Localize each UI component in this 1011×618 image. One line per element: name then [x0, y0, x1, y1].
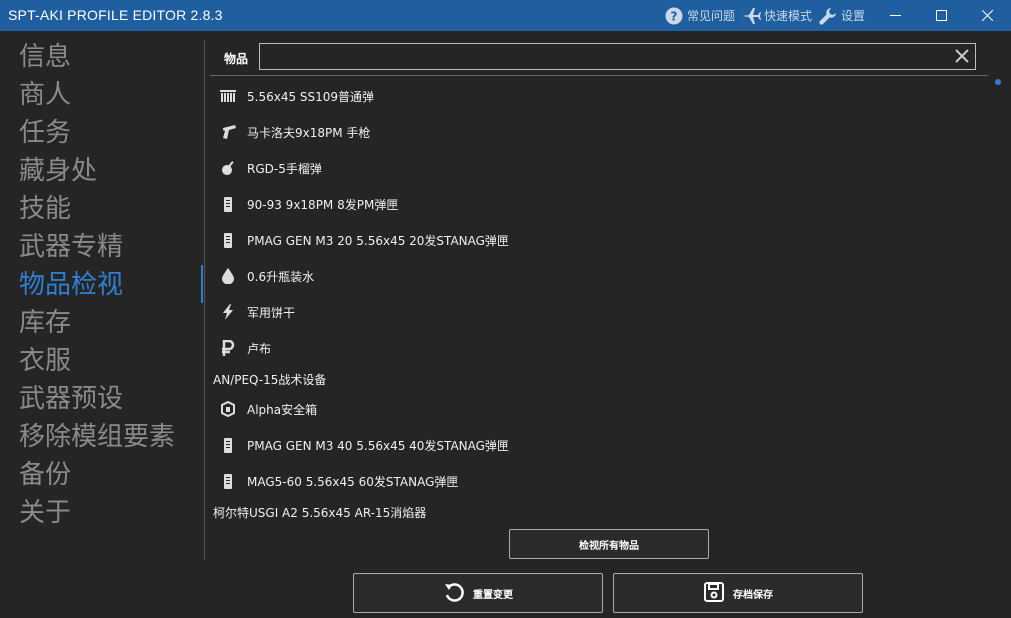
item-label: PMAG GEN M3 20 5.56x45 20发STANAG弹匣 — [247, 233, 509, 248]
item-label: 马卡洛夫9x18PM 手枪 — [247, 125, 371, 140]
sidebar-divider — [204, 40, 205, 560]
help-label: 常见问题 — [687, 9, 736, 23]
settings-label: 设置 — [841, 9, 866, 23]
item-label: 5.56x45 SS109普通弹 — [247, 89, 375, 104]
close-icon — [981, 6, 993, 25]
help-button[interactable]: ? 常见问题 — [664, 6, 735, 26]
list-item[interactable]: PMAG GEN M3 20 5.56x45 20发STANAG弹匣 — [210, 223, 990, 257]
item-label: 卢布 — [247, 341, 272, 356]
undo-icon — [443, 581, 465, 606]
airplane-icon — [741, 7, 762, 25]
view-all-label: 检视所有物品 — [579, 540, 639, 552]
list-item[interactable]: RGD-5手榴弹 — [210, 151, 990, 185]
scrollbar-thumb[interactable] — [995, 79, 1001, 85]
sidebar-item-examine-items[interactable]: 物品检视 — [19, 269, 123, 301]
category-header: 柯尔特USGI A2 5.56x45 AR-15消焰器 — [213, 506, 427, 520]
maximize-button[interactable] — [918, 0, 964, 31]
list-item[interactable]: 军用饼干 — [210, 295, 990, 329]
save-label: 存档保存 — [733, 589, 773, 601]
list-item[interactable]: 90-93 9x18PM 8发PM弹匣 — [210, 187, 990, 221]
item-label: MAG5-60 5.56x45 60发STANAG弹匣 — [247, 474, 459, 489]
pistol-icon — [219, 123, 237, 141]
sidebar-item-skills[interactable]: 技能 — [19, 193, 71, 225]
search-label: 物品 — [224, 52, 249, 66]
help-circle-icon: ? — [664, 6, 684, 26]
reset-label: 重置变更 — [473, 589, 513, 601]
sidebar-item-remove-mods[interactable]: 移除模组要素 — [19, 421, 175, 453]
svg-text:?: ? — [671, 9, 678, 23]
item-label: 90-93 9x18PM 8发PM弹匣 — [247, 197, 399, 212]
item-label: RGD-5手榴弹 — [247, 161, 322, 176]
magazine-icon — [219, 231, 237, 249]
item-label: PMAG GEN M3 40 5.56x45 40发STANAG弹匣 — [247, 438, 509, 453]
view-all-items-button[interactable]: 检视所有物品 — [509, 529, 709, 559]
list-item[interactable]: 5.56x45 SS109普通弹 — [210, 79, 990, 113]
list-item[interactable]: MAG5-60 5.56x45 60发STANAG弹匣 — [210, 464, 990, 498]
minimize-button[interactable] — [872, 0, 918, 31]
water-drop-icon — [219, 267, 237, 285]
magazine-icon — [219, 472, 237, 490]
list-item[interactable]: 0.6升瓶装水 — [210, 259, 990, 293]
sidebar-item-stash[interactable]: 库存 — [19, 307, 71, 339]
list-item[interactable]: 马卡洛夫9x18PM 手枪 — [210, 115, 990, 149]
settings-button[interactable]: 设置 — [818, 6, 865, 26]
magazine-icon — [219, 436, 237, 454]
item-label: Alpha安全箱 — [247, 402, 318, 417]
secure-container-icon — [219, 400, 237, 418]
sidebar-item-weapon-mastery[interactable]: 武器专精 — [19, 231, 123, 263]
sidebar-item-traders[interactable]: 商人 — [19, 79, 71, 111]
sidebar-item-info[interactable]: 信息 — [19, 41, 71, 73]
sidebar-item-clothing[interactable]: 衣服 — [19, 345, 71, 377]
sidebar-item-quests[interactable]: 任务 — [19, 117, 71, 149]
minimize-icon — [889, 6, 901, 25]
maximize-icon — [935, 6, 947, 25]
list-item[interactable]: Alpha安全箱 — [210, 392, 990, 426]
item-search-bar: 物品 — [210, 40, 988, 76]
clear-search-icon[interactable] — [954, 48, 970, 64]
sidebar-item-weapon-presets[interactable]: 武器预设 — [19, 383, 123, 415]
search-input[interactable] — [259, 43, 976, 70]
quick-mode-button[interactable]: 快速模式 — [741, 7, 812, 25]
list-item[interactable]: 卢布 — [210, 331, 990, 365]
app-title: SPT-AKI PROFILE EDITOR 2.8.3 — [8, 7, 223, 23]
active-indicator — [201, 265, 203, 303]
ammo-box-icon — [219, 87, 237, 105]
grenade-icon — [219, 159, 237, 177]
sidebar-nav: 信息 商人 任务 藏身处 技能 武器专精 物品检视 库存 衣服 武器预设 移除模… — [0, 31, 205, 618]
title-bar: SPT-AKI PROFILE EDITOR 2.8.3 ? 常见问题 快速模式… — [0, 0, 1011, 31]
magazine-icon — [219, 195, 237, 213]
lightning-icon — [219, 303, 237, 321]
item-label: 军用饼干 — [247, 305, 296, 320]
close-button[interactable] — [964, 0, 1010, 31]
item-label: 0.6升瓶装水 — [247, 269, 315, 284]
save-icon — [703, 581, 725, 606]
wrench-icon — [818, 6, 838, 26]
title-actions: ? 常见问题 快速模式 设置 — [664, 0, 865, 31]
quick-mode-label: 快速模式 — [764, 9, 813, 23]
sidebar-item-hideout[interactable]: 藏身处 — [19, 155, 97, 187]
list-item[interactable]: PMAG GEN M3 40 5.56x45 40发STANAG弹匣 — [210, 428, 990, 462]
sidebar-item-about[interactable]: 关于 — [19, 497, 71, 529]
reset-changes-button[interactable]: 重置变更 — [353, 573, 603, 613]
category-header: AN/PEQ-15战术设备 — [213, 373, 327, 387]
save-profile-button[interactable]: 存档保存 — [613, 573, 863, 613]
sidebar-item-backup[interactable]: 备份 — [19, 459, 71, 491]
ruble-icon — [219, 339, 237, 357]
